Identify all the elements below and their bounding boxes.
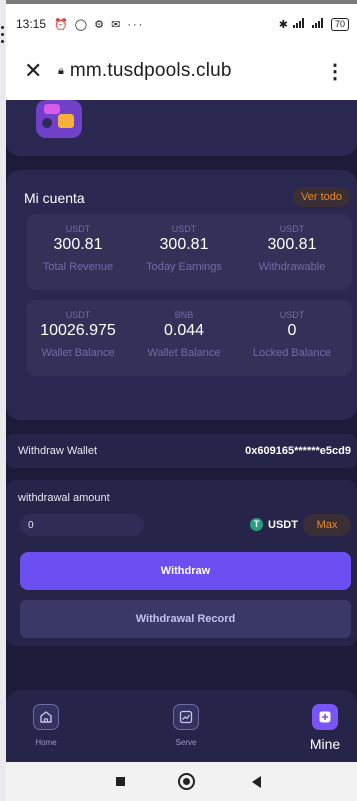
stat-bnb-wallet-balance: BNB 0.044 Wallet Balance	[132, 300, 236, 359]
system-nav-bar	[6, 762, 357, 801]
currency-tag: T USDT	[250, 518, 298, 531]
stat-label: Wallet Balance	[41, 347, 115, 359]
stat-locked-balance: USDT 0 Locked Balance	[240, 300, 344, 359]
withdrawal-amount-input[interactable]	[20, 514, 144, 536]
stats-row-2: USDT 10026.975 Wallet Balance BNB 0.044 …	[26, 300, 352, 376]
withdraw-card: withdrawal amount T USDT Max Withdraw Wi…	[6, 480, 357, 646]
signal-icon-2	[311, 17, 326, 31]
status-time: 13:15	[16, 17, 47, 31]
stat-label: Locked Balance	[252, 347, 332, 359]
tether-icon: T	[250, 518, 263, 531]
withdraw-wallet-label: Withdraw Wallet	[18, 445, 98, 457]
stat-unit: USDT	[279, 310, 305, 320]
hero-card	[6, 100, 357, 156]
url-text[interactable]: mm.tusdpools.club	[70, 60, 232, 82]
battery-icon: 70	[330, 17, 349, 31]
nav-mine[interactable]: Mine	[290, 704, 357, 752]
stat-unit: USDT	[65, 310, 91, 320]
back-icon[interactable]	[252, 776, 261, 788]
nav-label: Mine	[309, 736, 341, 752]
stat-label: Today Earnings	[146, 261, 222, 273]
withdrawal-amount-label: withdrawal amount	[18, 492, 110, 504]
stat-unit: USDT	[279, 224, 305, 234]
stat-today-earnings: USDT 300.81 Today Earnings	[132, 214, 236, 273]
chart-icon	[173, 704, 199, 730]
stat-label: Total Revenue	[42, 261, 114, 273]
stat-value: 300.81	[53, 236, 103, 253]
stat-value: 0.044	[163, 322, 205, 339]
home-button-icon[interactable]	[178, 773, 195, 790]
nav-home[interactable]: Home	[11, 704, 81, 747]
app-logo	[36, 100, 82, 138]
kebab-menu-icon[interactable]: ⋮	[325, 59, 345, 84]
top-border	[6, 0, 357, 4]
drag-dots	[1, 26, 5, 47]
account-card: Mi cuenta Ver todo USDT 300.81 Total Rev…	[6, 170, 357, 420]
stat-value: 300.81	[267, 236, 317, 253]
bluetooth-icon: ✱	[278, 18, 288, 31]
nav-label: Home	[35, 738, 57, 747]
stat-unit: USDT	[65, 224, 91, 234]
stat-label: Withdrawable	[258, 261, 326, 273]
app-content: Mi cuenta Ver todo USDT 300.81 Total Rev…	[6, 100, 357, 762]
withdraw-wallet-row: Withdraw Wallet 0x609165******e5cd9	[6, 434, 357, 468]
stats-row-1: USDT 300.81 Total Revenue USDT 300.81 To…	[26, 214, 352, 290]
nav-serve[interactable]: Serve	[151, 704, 221, 747]
currency-label: USDT	[268, 518, 298, 531]
stat-label: Wallet Balance	[147, 347, 221, 359]
withdrawal-record-button[interactable]: Withdrawal Record	[20, 600, 351, 638]
withdraw-button[interactable]: Withdraw	[20, 552, 351, 590]
bottom-nav: Home Serve Mine	[6, 690, 357, 762]
stat-unit: BNB	[174, 310, 194, 320]
recents-icon[interactable]	[116, 777, 125, 786]
stat-usdt-wallet-balance: USDT 10026.975 Wallet Balance	[26, 300, 130, 359]
system-icons: ✱ 70	[278, 17, 349, 31]
view-all-button[interactable]: Ver todo	[293, 187, 350, 207]
account-title: Mi cuenta	[24, 190, 85, 206]
browser-address-bar: ✕ 🔒︎ mm.tusdpools.club ⋮	[6, 52, 357, 90]
stat-value: 10026.975	[40, 322, 116, 339]
stat-value: 0	[287, 322, 297, 339]
stat-total-revenue: USDT 300.81 Total Revenue	[26, 214, 130, 273]
max-button[interactable]: Max	[303, 514, 351, 536]
stat-withdrawable: USDT 300.81 Withdrawable	[240, 214, 344, 273]
close-icon[interactable]: ✕	[24, 58, 44, 84]
nav-label: Serve	[175, 738, 197, 747]
stat-value: 300.81	[159, 236, 209, 253]
home-icon	[33, 704, 59, 730]
wallet-address: 0x609165******e5cd9	[245, 445, 351, 457]
status-bar: 13:15 ⏰ ◯ ⚙ ✉ ··· ✱ 70	[6, 14, 357, 34]
signal-icon	[292, 17, 307, 31]
notification-icons: ⏰ ◯ ⚙ ✉ ···	[54, 18, 145, 31]
plus-icon	[312, 704, 338, 730]
phone-screen: 13:15 ⏰ ◯ ⚙ ✉ ··· ✱ 70 ✕ 🔒︎ mm.tusdpools…	[6, 0, 357, 801]
lock-icon: 🔒︎	[58, 64, 64, 77]
stat-unit: USDT	[171, 224, 197, 234]
